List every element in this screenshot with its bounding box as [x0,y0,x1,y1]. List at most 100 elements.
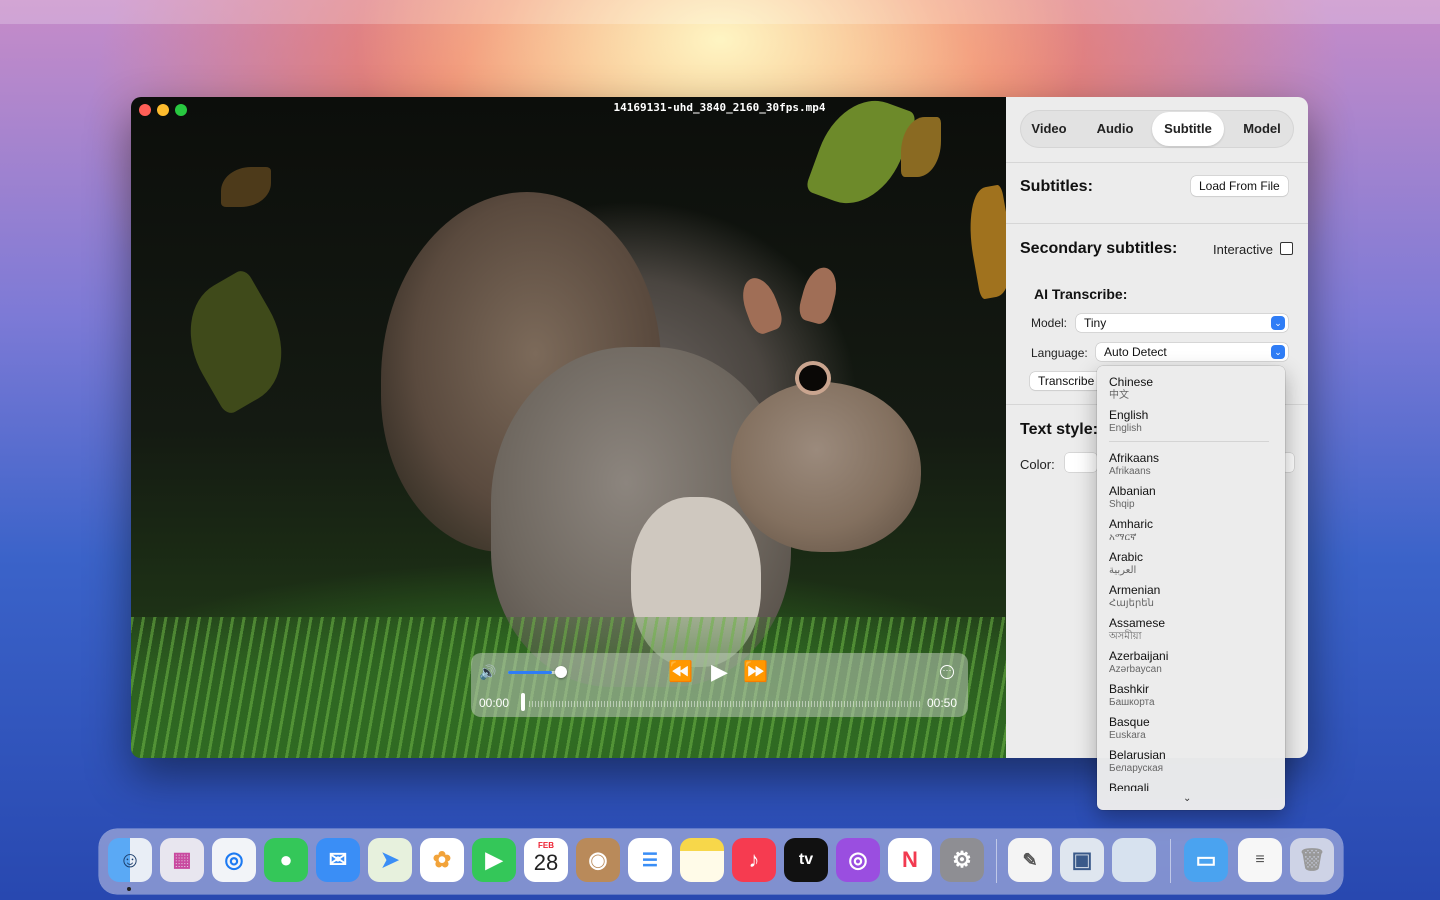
language-name: Arabic [1109,550,1144,564]
music-icon[interactable]: ♪ [732,838,776,882]
model-select[interactable]: Tiny ⌄ [1076,314,1288,332]
subtitles-heading: Subtitles: [1020,178,1093,195]
calendar-icon[interactable]: FEB 28 [524,838,568,882]
language-native-name: Shqip [1109,499,1135,510]
interactive-label: Interactive [1213,242,1273,257]
facetime-icon[interactable]: ▶ [472,838,516,882]
maps-icon[interactable]: ➤ [368,838,412,882]
tab-subtitle[interactable]: Subtitle [1152,112,1224,146]
launchpad-icon[interactable]: ▦ [160,838,204,882]
transcribe-button[interactable]: Transcribe [1030,372,1103,390]
rewind-button[interactable]: ⏪ [668,659,693,685]
menu-bar [0,0,1440,24]
menu-item-basque[interactable]: Basque Euskara [1109,715,1279,742]
preview-icon[interactable]: ▣ [1060,838,1104,882]
language-name: Belarusian [1109,748,1166,762]
language-name: Azerbaijani [1109,649,1169,663]
trash-icon[interactable]: 🗑 [1290,838,1334,882]
language-name: Amharic [1109,517,1154,531]
tab-model[interactable]: Model [1230,110,1294,148]
ai-transcribe-heading: AI Transcribe: [1034,286,1128,302]
mail-icon[interactable]: ✉ [316,838,360,882]
menu-item-english[interactable]: English English [1109,408,1279,435]
language-name: English [1109,408,1149,422]
menu-item-albanian[interactable]: Albanian Shqip [1109,484,1279,511]
news-icon[interactable]: N [888,838,932,882]
language-dropdown-menu: Chinese 中文 English English Afrikaans Afr… [1097,366,1285,810]
close-button[interactable] [139,104,151,116]
menu-item-belarusian[interactable]: Belarusian Беларуская [1109,748,1279,775]
volume-icon[interactable]: 🔊 [479,664,496,681]
color-well[interactable] [1065,453,1097,472]
messages-icon[interactable]: ● [264,838,308,882]
menu-item-bengali[interactable]: Bengali [1109,781,1279,791]
leaf-decoration [221,167,271,207]
language-label: Language: [1031,346,1088,360]
menu-separator [1109,441,1269,442]
tv-label: tv [798,851,814,868]
video-canvas[interactable]: 🔊 ⏪ ▶ ⏩ ··· 00:00 00:50 [131,97,1021,758]
language-native-name: Հայերեն [1109,598,1154,609]
language-name: Basque [1109,715,1150,729]
language-name: Albanian [1109,484,1156,498]
timeline-playhead[interactable] [521,693,525,711]
language-native-name: অসমীয়া [1109,631,1142,642]
menu-item-chinese[interactable]: Chinese 中文 [1109,375,1279,402]
system-settings-icon[interactable]: ⚙ [940,838,984,882]
menu-item-armenian[interactable]: Armenian Հայերեն [1109,583,1279,610]
menu-item-azerbaijani[interactable]: Azerbaijani Azərbaycan [1109,649,1279,676]
squirrel-head [731,382,921,552]
language-native-name: Afrikaans [1109,466,1151,477]
menu-item-bashkir[interactable]: Bashkir Башкорта [1109,682,1279,709]
menu-item-amharic[interactable]: Amharic አማርኛ [1109,517,1279,544]
safari-icon[interactable]: ◎ [212,838,256,882]
language-native-name: English [1109,423,1142,434]
menu-item-afrikaans[interactable]: Afrikaans Afrikaans [1109,451,1279,478]
podcasts-icon[interactable]: ◎ [836,838,880,882]
interactive-checkbox[interactable] [1280,242,1293,255]
chevron-updown-icon: ⌄ [1271,316,1285,330]
textedit-icon[interactable]: ✎ [1008,838,1052,882]
tab-video[interactable]: Video [1020,110,1078,148]
language-name: Armenian [1109,583,1161,597]
load-from-file-button[interactable]: Load From File [1191,176,1288,196]
language-native-name: 中文 [1109,390,1129,401]
squirrel-ear [796,263,842,327]
reminders-icon[interactable]: ☰ [628,838,672,882]
language-name: Bengali [1109,781,1150,791]
zoom-button[interactable] [175,104,187,116]
contacts-icon[interactable]: ◉ [576,838,620,882]
apple-tv-icon[interactable]: tv [784,838,828,882]
menu-item-assamese[interactable]: Assamese অসমীয়া [1109,616,1279,643]
tab-bar: Video Audio Subtitle Model [1020,110,1294,148]
language-name: Assamese [1109,616,1166,630]
text-style-heading: Text style: [1020,421,1098,438]
language-native-name: Беларуская [1109,763,1164,774]
language-native-name: አማርኛ [1109,532,1137,543]
folder-icon[interactable]: ▭ [1184,838,1228,882]
menu-item-arabic[interactable]: Arabic العربية [1109,550,1279,577]
tab-audio[interactable]: Audio [1084,110,1146,148]
language-select[interactable]: Auto Detect ⌄ [1096,343,1288,361]
language-native-name: Euskara [1109,730,1146,741]
blank-app-icon[interactable] [1112,838,1156,882]
notes-icon[interactable] [680,838,724,882]
finder-icon[interactable]: ☺ [108,838,152,882]
language-native-name: العربية [1109,565,1137,576]
calendar-day: 28 [533,850,559,875]
document-icon[interactable]: ≡ [1238,838,1282,882]
current-time: 00:00 [479,696,510,710]
total-time: 00:50 [927,696,958,710]
language-name: Afrikaans [1109,451,1160,465]
volume-knob[interactable] [555,666,567,678]
minimize-button[interactable] [157,104,169,116]
play-button[interactable]: ▶ [711,659,728,685]
timeline-scrubber[interactable] [529,701,921,707]
leaf-decoration [167,267,305,417]
fast-forward-button[interactable]: ⏩ [743,659,768,685]
model-select-value: Tiny [1084,316,1107,330]
photos-icon[interactable]: ✿ [420,838,464,882]
more-options-icon[interactable]: ··· [940,665,954,679]
scroll-down-chevron-icon[interactable]: ⌄ [1183,793,1191,804]
language-select-value: Auto Detect [1104,345,1167,359]
